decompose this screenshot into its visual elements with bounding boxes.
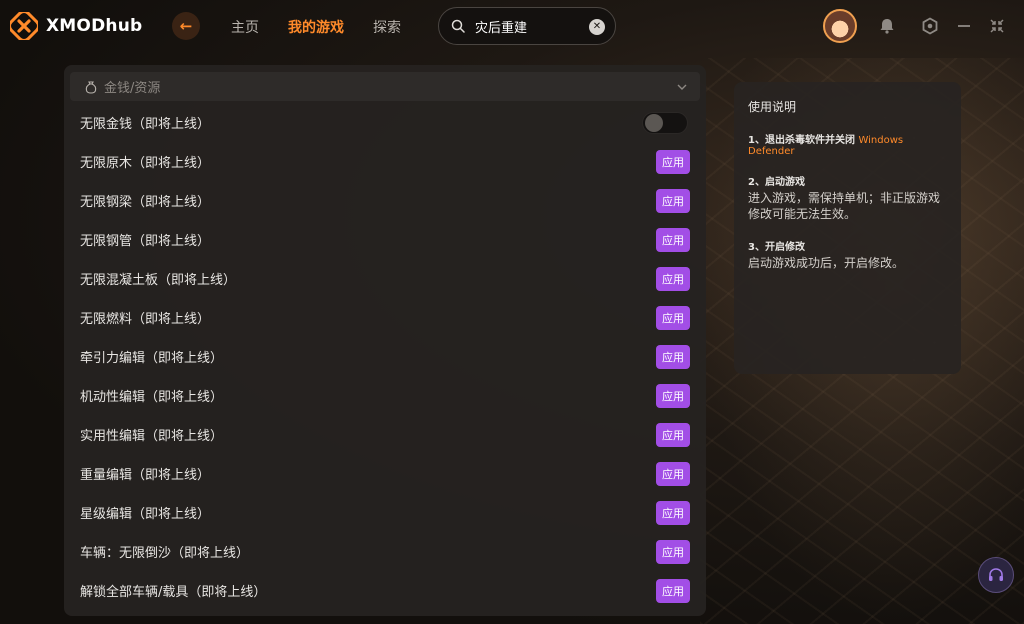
mod-label: 无限原木（即将上线） — [80, 156, 211, 171]
category-label: 金钱/资源 — [104, 81, 161, 96]
apply-button[interactable]: 应用 — [656, 266, 690, 291]
tab-home[interactable]: 主页 — [231, 17, 259, 37]
search-icon — [451, 19, 465, 33]
step-1: 1、退出杀毒软件并关闭 Windows Defender — [748, 131, 947, 157]
apply-button[interactable]: 应用 — [656, 188, 690, 213]
step-3-body: 启动游戏成功后，开启修改。 — [748, 256, 905, 270]
money-bag-icon — [85, 80, 97, 94]
logo-text: XMODhub — [46, 16, 143, 36]
category-header[interactable]: 金钱/资源 — [70, 72, 700, 101]
mod-row: 机动性编辑（即将上线） 应用 — [64, 376, 706, 415]
customer-support-button[interactable] — [978, 557, 1014, 593]
logo-icon — [10, 12, 38, 40]
mod-row: 车辆：无限倒沙（即将上线） 应用 — [64, 532, 706, 571]
mod-row: 解锁全部车辆/载具（即将上线） 应用 — [64, 571, 706, 610]
headset-icon — [989, 568, 1003, 581]
apply-button[interactable]: 应用 — [656, 461, 690, 486]
mod-label: 无限钢管（即将上线） — [80, 234, 211, 249]
mod-label: 牵引力编辑（即将上线） — [80, 351, 224, 366]
app-logo[interactable]: XMODhub — [10, 12, 142, 40]
user-avatar[interactable] — [823, 9, 857, 43]
apply-button[interactable]: 应用 — [656, 149, 690, 174]
arrow-left-icon: ← — [179, 17, 193, 35]
mod-toggle[interactable] — [642, 111, 688, 134]
tab-explore[interactable]: 探索 — [373, 17, 401, 37]
mod-row: 星级编辑（即将上线） 应用 — [64, 493, 706, 532]
mod-row: 无限钢梁（即将上线） 应用 — [64, 181, 706, 220]
settings-hex-icon[interactable] — [921, 17, 939, 35]
apply-button[interactable]: 应用 — [656, 344, 690, 369]
back-button[interactable]: ← — [172, 12, 200, 40]
mod-label: 重量编辑（即将上线） — [80, 468, 211, 483]
mod-label: 无限钢梁（即将上线） — [80, 195, 211, 210]
mod-label: 车辆：无限倒沙（即将上线） — [80, 546, 250, 561]
step-1-title: 1、退出杀毒软件并关闭 — [748, 135, 855, 146]
mod-row: 牵引力编辑（即将上线） 应用 — [64, 337, 706, 376]
apply-button[interactable]: 应用 — [656, 539, 690, 564]
search-input[interactable] — [475, 18, 585, 34]
mod-row-infinite-money: 无限金钱（即将上线） — [64, 103, 706, 142]
mod-label: 无限金钱（即将上线） — [80, 117, 211, 132]
mod-label: 无限混凝土板（即将上线） — [80, 273, 237, 288]
mod-row: 无限钢管（即将上线） 应用 — [64, 220, 706, 259]
chevron-down-icon[interactable] — [676, 81, 688, 93]
apply-button[interactable]: 应用 — [656, 227, 690, 252]
close-icon[interactable]: ✕ — [589, 19, 605, 35]
mod-label: 机动性编辑（即将上线） — [80, 390, 224, 405]
step-3-title: 3、开启修改 — [748, 242, 805, 253]
step-2-title: 2、启动游戏 — [748, 177, 805, 188]
mod-label: 实用性编辑（即将上线） — [80, 429, 224, 444]
mod-row: 无限燃料（即将上线） 应用 — [64, 298, 706, 337]
mod-label: 星级编辑（即将上线） — [80, 507, 211, 522]
step-2-body: 进入游戏，需保持单机；非正版游戏修改可能无法生效。 — [748, 191, 941, 221]
apply-button[interactable]: 应用 — [656, 422, 690, 447]
toggle-knob — [645, 113, 663, 132]
mods-panel: 金钱/资源 无限金钱（即将上线） 无限原木（即将上线） 应用 无限钢梁（即将上线… — [64, 65, 706, 616]
mod-row: 无限原木（即将上线） 应用 — [64, 142, 706, 181]
apply-button[interactable]: 应用 — [656, 578, 690, 603]
instructions-title: 使用说明 — [748, 100, 797, 114]
apply-button[interactable]: 应用 — [656, 500, 690, 525]
instructions-card: 使用说明 1、退出杀毒软件并关闭 Windows Defender 2、启动游戏… — [734, 82, 961, 374]
minimize-icon[interactable] — [955, 17, 973, 35]
tab-my-games[interactable]: 我的游戏 — [288, 17, 344, 37]
search-box[interactable]: ✕ — [438, 7, 616, 45]
mod-label: 解锁全部车辆/载具（即将上线） — [80, 585, 267, 600]
apply-button[interactable]: 应用 — [656, 383, 690, 408]
mod-row: 无限混凝土板（即将上线） 应用 — [64, 259, 706, 298]
top-bar: XMODhub ← 主页 我的游戏 探索 ✕ — [0, 0, 1024, 54]
mod-row: 实用性编辑（即将上线） 应用 — [64, 415, 706, 454]
notification-icon[interactable] — [878, 17, 896, 35]
mod-row: 重量编辑（即将上线） 应用 — [64, 454, 706, 493]
mod-label: 无限燃料（即将上线） — [80, 312, 211, 327]
apply-button[interactable]: 应用 — [656, 305, 690, 330]
shrink-icon[interactable] — [988, 17, 1006, 35]
